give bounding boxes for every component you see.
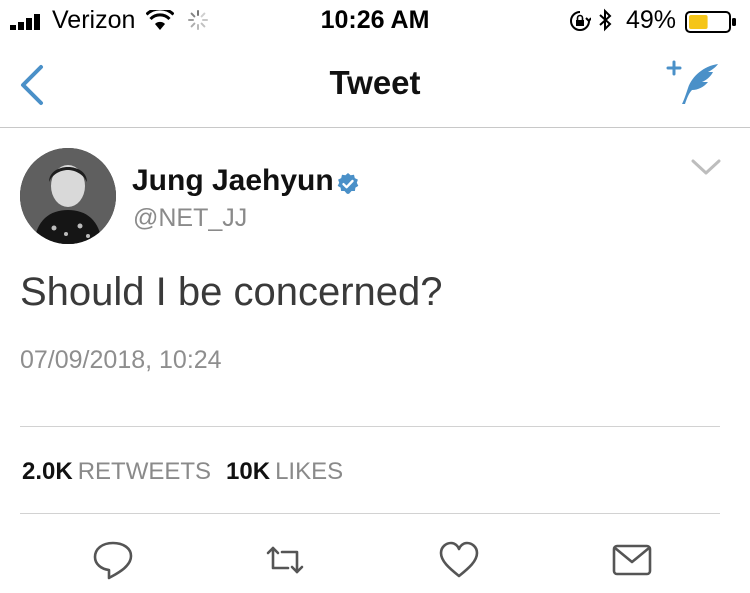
likes-label: LIKES — [275, 458, 344, 485]
likes-stat[interactable]: 10K LIKES — [226, 458, 343, 485]
avatar[interactable] — [20, 148, 116, 244]
verified-badge-icon — [337, 173, 359, 194]
signal-icon — [10, 14, 40, 30]
compose-tweet-icon[interactable] — [666, 60, 724, 106]
battery-fill — [689, 15, 708, 29]
reply-icon[interactable] — [91, 538, 135, 582]
battery-icon — [685, 11, 736, 33]
clock: 10:26 AM — [320, 6, 430, 34]
status-bar: Verizon 10:26 AM 49% — [0, 0, 750, 44]
retweets-label: RETWEETS — [77, 458, 212, 485]
avatar-photo — [20, 148, 116, 244]
retweet-icon[interactable] — [263, 538, 307, 582]
stats-divider-bottom — [20, 513, 720, 514]
tweet-text: Should I be concerned? — [20, 270, 443, 314]
retweets-stat[interactable]: 2.0K RETWEETS — [22, 458, 211, 485]
bluetooth-icon — [599, 8, 612, 32]
stats-divider-top — [20, 426, 720, 427]
battery-percent: 49% — [626, 6, 677, 34]
nav-divider — [0, 127, 750, 128]
like-icon[interactable] — [437, 538, 481, 582]
activity-spinner-icon — [188, 10, 208, 30]
tweet-timestamp: 07/09/2018, 10:24 — [20, 346, 222, 374]
tweet-stats: 2.0K RETWEETS 10K LIKES — [22, 458, 343, 486]
carrier-label: Verizon — [52, 6, 136, 34]
direct-message-icon[interactable] — [610, 538, 654, 582]
chevron-left-icon[interactable] — [18, 64, 44, 106]
orientation-lock-icon — [570, 11, 591, 31]
display-name[interactable]: Jung Jaehyun — [132, 164, 334, 198]
retweets-count: 2.0K — [22, 458, 73, 485]
wifi-icon — [146, 10, 174, 30]
chevron-down-icon[interactable] — [691, 158, 721, 176]
likes-count: 10K — [226, 458, 271, 485]
user-handle[interactable]: @NET_JJ — [133, 204, 247, 233]
page-title: Tweet — [329, 64, 421, 101]
